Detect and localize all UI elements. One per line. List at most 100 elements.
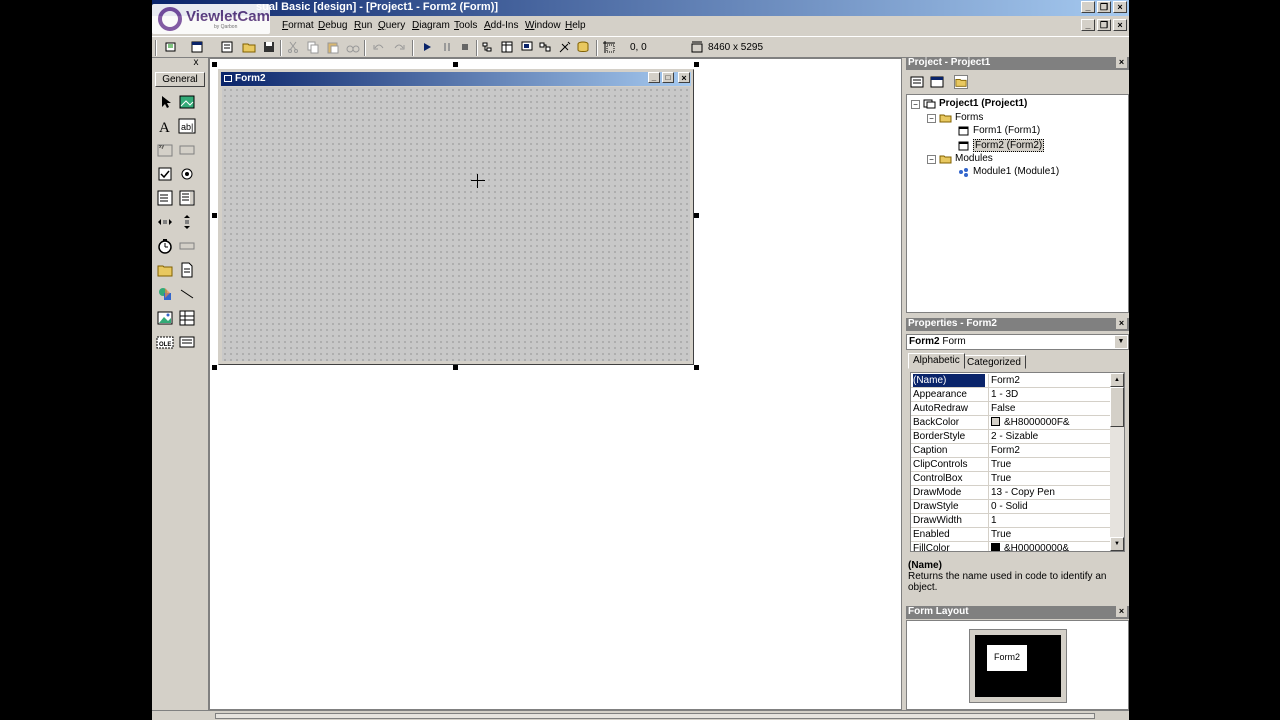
property-row[interactable]: ClipControls True (911, 458, 1111, 472)
dirlistbox-tool-icon[interactable] (156, 261, 174, 279)
view-object-icon[interactable] (930, 75, 944, 89)
scroll-down-icon[interactable]: ▼ (1110, 537, 1124, 551)
image-tool-icon[interactable] (156, 309, 174, 327)
resize-handle[interactable] (453, 365, 458, 370)
property-value[interactable]: False (988, 402, 1111, 415)
tab-alphabetic[interactable]: Alphabetic (908, 353, 965, 369)
property-value[interactable]: True (988, 458, 1111, 471)
tree-collapse-icon[interactable]: − (911, 100, 920, 109)
vscrollbar-tool-icon[interactable] (178, 213, 196, 231)
menu-addins[interactable]: Add-Ins (484, 20, 518, 31)
line-tool-icon[interactable] (178, 285, 196, 303)
optionbutton-tool-icon[interactable] (178, 165, 196, 183)
menu-tools[interactable]: Tools (454, 20, 477, 31)
property-value[interactable]: 1 (988, 514, 1111, 527)
menu-run[interactable]: Run (354, 20, 372, 31)
property-row[interactable]: DrawMode 13 - Copy Pen (911, 486, 1111, 500)
menu-window[interactable]: Window (525, 20, 561, 31)
resize-handle[interactable] (212, 62, 217, 67)
property-row[interactable]: BorderStyle 2 - Sizable (911, 430, 1111, 444)
object-selector-combo[interactable]: Form2 Form ▼ (906, 334, 1129, 350)
tab-categorized[interactable]: Categorized (962, 355, 1026, 369)
shape-tool-icon[interactable] (156, 285, 174, 303)
break-icon[interactable] (440, 40, 454, 54)
resize-handle[interactable] (212, 213, 217, 218)
tree-modules-folder[interactable]: Modules (939, 153, 993, 164)
form2-minimize-button[interactable]: _ (648, 72, 660, 83)
mdi-restore-button[interactable]: ❐ (1097, 19, 1111, 31)
form-designer-area[interactable]: Form2 _ □ × (209, 58, 902, 710)
save-project-icon[interactable] (262, 40, 276, 54)
end-icon[interactable] (458, 40, 472, 54)
scroll-up-icon[interactable]: ▲ (1110, 373, 1124, 387)
drivelistbox-tool-icon[interactable] (178, 237, 196, 255)
toolbox-icon[interactable] (558, 40, 572, 54)
menu-format[interactable]: Format (282, 20, 314, 31)
resize-handle[interactable] (694, 62, 699, 67)
project-close-button[interactable]: × (1116, 57, 1127, 68)
toolbox-general-tab[interactable]: General (155, 72, 205, 87)
properties-scrollbar[interactable]: ▲ ▼ (1110, 373, 1124, 551)
property-value[interactable]: True (988, 472, 1111, 485)
checkbox-tool-icon[interactable] (156, 165, 174, 183)
properties-window-icon[interactable] (500, 40, 514, 54)
property-row[interactable]: BackColor &H8000000F& (911, 416, 1111, 430)
menu-help[interactable]: Help (565, 20, 586, 31)
label-tool-icon[interactable]: A (156, 117, 174, 135)
form2-window[interactable]: Form2 _ □ × (218, 69, 694, 365)
property-value[interactable]: &H8000000F& (988, 416, 1111, 429)
property-value[interactable]: Form2 (988, 444, 1111, 457)
resize-handle[interactable] (453, 62, 458, 67)
form-layout-icon[interactable] (520, 40, 534, 54)
horizontal-scrollbar[interactable] (215, 713, 1095, 719)
form2-close-button[interactable]: × (678, 72, 690, 83)
data-tool-icon[interactable] (178, 309, 196, 327)
project-explorer-icon[interactable] (480, 40, 494, 54)
timer-tool-icon[interactable] (156, 237, 174, 255)
commandbutton-tool-icon[interactable] (178, 141, 196, 159)
tree-module1[interactable]: Module1 (Module1) (957, 166, 1059, 177)
menu-debug[interactable]: Debug (318, 20, 347, 31)
properties-close-button[interactable]: × (1116, 318, 1127, 329)
resize-handle[interactable] (694, 213, 699, 218)
menu-diagram[interactable]: Diagram (412, 20, 450, 31)
object-browser-icon[interactable] (538, 40, 552, 54)
property-row[interactable]: FillColor &H00000000& (911, 542, 1111, 551)
resize-handle[interactable] (212, 365, 217, 370)
tree-form1[interactable]: Form1 (Form1) (957, 125, 1040, 136)
form2-design-grid[interactable] (222, 87, 690, 361)
cut-icon[interactable] (286, 40, 300, 54)
form-layout-titlebar[interactable]: Form Layout × (906, 606, 1129, 619)
pointer-tool-icon[interactable] (156, 93, 174, 111)
toggle-folders-icon[interactable] (954, 75, 968, 89)
resize-handle[interactable] (694, 365, 699, 370)
add-form-icon[interactable] (190, 40, 204, 54)
scroll-thumb[interactable] (1110, 387, 1124, 427)
tree-forms-folder[interactable]: Forms (939, 112, 983, 123)
property-row[interactable]: Enabled True (911, 528, 1111, 542)
combobox-tool-icon[interactable] (156, 189, 174, 207)
menu-query[interactable]: Query (378, 20, 405, 31)
property-value[interactable]: 13 - Copy Pen (988, 486, 1111, 499)
mdi-close-button[interactable]: × (1113, 19, 1127, 31)
property-value[interactable]: 1 - 3D (988, 388, 1111, 401)
project-explorer-titlebar[interactable]: Project - Project1 × (906, 57, 1129, 70)
tree-form2[interactable]: Form2 (Form2) (957, 139, 1045, 152)
frame-tool-icon[interactable]: xy (156, 141, 174, 159)
mini-form2[interactable]: Form2 (986, 644, 1028, 672)
tree-collapse-icon[interactable]: − (927, 155, 936, 164)
property-row[interactable]: Caption Form2 (911, 444, 1111, 458)
tree-project-root[interactable]: Project1 (Project1) (923, 98, 1027, 109)
property-value[interactable]: 0 - Solid (988, 500, 1111, 513)
start-icon[interactable] (420, 40, 434, 54)
adodc-tool-icon[interactable] (178, 333, 196, 351)
property-value[interactable]: True (988, 528, 1111, 541)
minimize-button[interactable]: _ (1081, 1, 1095, 13)
restore-button[interactable]: ❐ (1097, 1, 1111, 13)
textbox-tool-icon[interactable]: ab| (178, 117, 196, 135)
add-project-icon[interactable] (164, 40, 178, 54)
form-layout-close-button[interactable]: × (1116, 606, 1127, 617)
property-row[interactable]: Appearance 1 - 3D (911, 388, 1111, 402)
tree-collapse-icon[interactable]: − (927, 114, 936, 123)
property-row[interactable]: ControlBox True (911, 472, 1111, 486)
